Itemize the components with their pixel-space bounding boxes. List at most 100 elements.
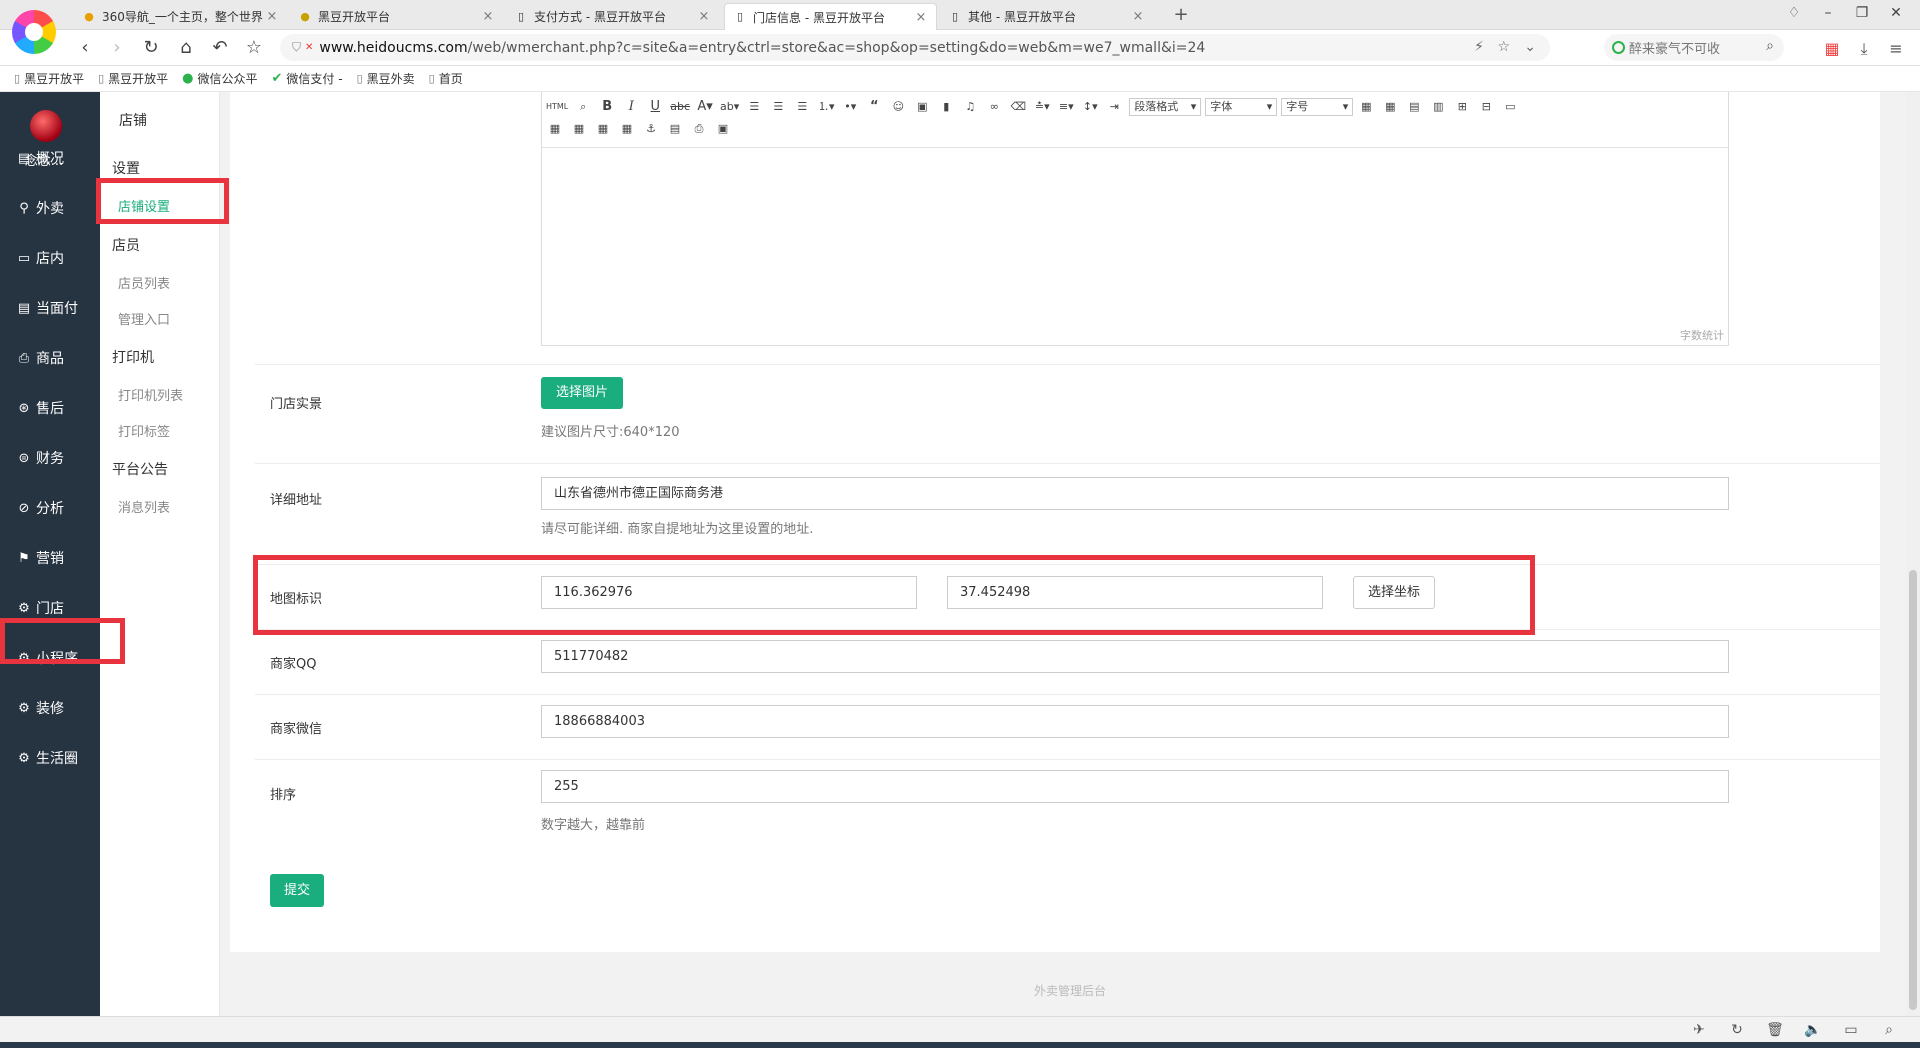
search-box[interactable]: 醉来豪气不可收 ⌕: [1604, 34, 1784, 61]
align-right-icon[interactable]: ☰: [793, 98, 811, 116]
qq-input[interactable]: 511770482: [541, 640, 1729, 673]
nav-item-goods[interactable]: ⎙ 商品: [16, 344, 64, 372]
latitude-input[interactable]: 37.452498: [947, 576, 1323, 609]
browser-tab[interactable]: ▯ 其他 - 黑豆开放平台 ×: [940, 3, 1153, 30]
back-icon[interactable]: ‹: [74, 37, 96, 59]
sidebar-link-staff-list[interactable]: 店员列表: [118, 273, 170, 292]
rocket-icon[interactable]: ✈: [1690, 1022, 1708, 1038]
browser-tab[interactable]: ▯ 支付方式 - 黑豆开放平台 ×: [506, 3, 719, 30]
nav-item-decoration[interactable]: ⚙ 装修: [16, 694, 64, 722]
close-icon[interactable]: ×: [1131, 9, 1145, 24]
fullscreen-icon[interactable]: ▭: [1501, 98, 1519, 116]
sidebar-link-message-list[interactable]: 消息列表: [118, 497, 170, 516]
trash-icon[interactable]: 🗑: [1766, 1022, 1784, 1038]
download-icon[interactable]: ⤓: [1854, 39, 1874, 59]
window-icon[interactable]: ▭: [1842, 1022, 1860, 1038]
apps-grid-icon[interactable]: ▦: [1822, 39, 1842, 58]
lightning-icon[interactable]: ⚡: [1474, 34, 1484, 61]
bookmark-item[interactable]: ▯ 首页: [429, 70, 463, 87]
close-icon[interactable]: ×: [481, 9, 495, 24]
undo-close-icon[interactable]: ↶: [209, 37, 231, 59]
refresh-icon[interactable]: ↻: [140, 37, 162, 59]
table-icon[interactable]: ▦: [1357, 98, 1375, 116]
nav-item-aftersale[interactable]: ⊛ 售后: [16, 394, 64, 422]
image-icon[interactable]: ▣: [913, 98, 931, 116]
anchor-icon[interactable]: ⚓: [642, 120, 660, 138]
close-icon[interactable]: ×: [697, 9, 711, 24]
nav-item-marketing[interactable]: ⚑ 营销: [16, 544, 64, 572]
eraser-icon[interactable]: ⌫: [1009, 98, 1027, 116]
search-icon[interactable]: ⌕: [1880, 1022, 1898, 1038]
paragraph-format-select[interactable]: 段落格式 ▾: [1129, 98, 1202, 116]
longitude-input[interactable]: 116.362976: [541, 576, 917, 609]
bookmark-item[interactable]: ▯ 黑豆外卖: [357, 70, 415, 87]
sort-input[interactable]: 255: [541, 770, 1729, 803]
sidebar-link-print-labels[interactable]: 打印标签: [118, 421, 170, 440]
bookmark-item[interactable]: ▯ 黑豆开放平: [14, 70, 84, 87]
ordered-list-icon[interactable]: ⒈▾: [817, 98, 835, 116]
preview-icon[interactable]: ⌕: [574, 98, 592, 116]
sidebar-link-manage-entry[interactable]: 管理入口: [118, 309, 170, 328]
search-icon[interactable]: ⌕: [1766, 38, 1774, 54]
chevron-down-icon[interactable]: ⌄: [1524, 34, 1536, 61]
emoji-icon[interactable]: ☺: [889, 98, 907, 116]
sidebar-link-store-settings[interactable]: 店铺设置: [118, 196, 170, 215]
sidebar-link-printer-list[interactable]: 打印机列表: [118, 385, 183, 404]
nav-item-lifecircle[interactable]: ⚙ 生活圈: [16, 744, 78, 772]
music-icon[interactable]: ♫: [961, 98, 979, 116]
table-props-icon[interactable]: ▦: [618, 120, 636, 138]
link-icon[interactable]: ∞: [985, 98, 1003, 116]
table-row-icon[interactable]: ▤: [1405, 98, 1423, 116]
editor-body[interactable]: [542, 148, 1728, 344]
unordered-list-icon[interactable]: •▾: [841, 98, 859, 116]
font-family-select[interactable]: 字体 ▾: [1205, 98, 1278, 116]
line-height-icon[interactable]: ≛▾: [1033, 98, 1051, 116]
quote-icon[interactable]: “: [865, 98, 883, 116]
forward-icon[interactable]: ›: [106, 37, 128, 59]
table-col-icon[interactable]: ▥: [1429, 98, 1447, 116]
star-icon[interactable]: ☆: [1497, 34, 1510, 61]
nav-item-analytics[interactable]: ⊘ 分析: [16, 494, 64, 522]
split-icon[interactable]: ⊟: [1477, 98, 1495, 116]
strikethrough-icon[interactable]: abc: [670, 98, 690, 116]
paragraph-spacing-icon[interactable]: ≡▾: [1057, 98, 1075, 116]
volume-icon[interactable]: 🔈: [1804, 1022, 1822, 1038]
home-icon[interactable]: ⌂: [175, 37, 197, 59]
restore-icon[interactable]: ❐: [1852, 5, 1872, 21]
avatar[interactable]: [30, 110, 62, 142]
nav-item-miniprogram[interactable]: ⚙ 小程序: [16, 644, 78, 672]
refresh-icon[interactable]: ↻: [1728, 1022, 1746, 1038]
underline-icon[interactable]: U: [646, 98, 664, 116]
nav-item-finance[interactable]: ⊜ 财务: [16, 444, 64, 472]
url-field[interactable]: ⛉ ✕ www.heidoucms.com/web/wmerchant.php?…: [280, 34, 1550, 61]
favorite-star-icon[interactable]: ☆: [243, 37, 265, 59]
align-left-icon[interactable]: ☰: [745, 98, 763, 116]
bookmark-item[interactable]: ✔ 微信支付 -: [272, 70, 343, 87]
nav-item-store[interactable]: ⚙ 门店: [16, 594, 64, 622]
address-input[interactable]: 山东省德州市德正国际商务港: [541, 477, 1729, 510]
table-delete-icon[interactable]: ▦: [546, 120, 564, 138]
italic-icon[interactable]: I: [622, 98, 640, 116]
minimize-icon[interactable]: –: [1818, 5, 1838, 21]
indent-icon[interactable]: ⇥: [1105, 98, 1123, 116]
nav-item-instore[interactable]: ▭ 店内: [16, 244, 64, 272]
window-close-icon[interactable]: ✕: [1886, 5, 1906, 21]
page-break-icon[interactable]: ▤: [666, 120, 684, 138]
align-center-icon[interactable]: ☰: [769, 98, 787, 116]
bold-icon[interactable]: B: [598, 98, 616, 116]
table-merge-icon[interactable]: ▦: [570, 120, 588, 138]
close-icon[interactable]: ×: [265, 9, 279, 24]
browser-tab[interactable]: ● 360导航_一个主页，整个世界 ×: [74, 3, 287, 30]
skin-icon[interactable]: ♢: [1784, 5, 1804, 21]
table-insert-icon[interactable]: ▦: [1381, 98, 1399, 116]
submit-button[interactable]: 提交: [270, 874, 324, 907]
nav-item-overview[interactable]: ▤ 概况: [16, 144, 64, 172]
browser-logo-icon[interactable]: [12, 10, 56, 54]
row-spacing-icon[interactable]: ↕▾: [1081, 98, 1099, 116]
html-source-icon[interactable]: HTML: [546, 98, 568, 116]
close-icon[interactable]: ×: [914, 10, 928, 25]
new-tab-button[interactable]: +: [1170, 4, 1192, 26]
select-coordinates-button[interactable]: 选择坐标: [1353, 576, 1435, 609]
bookmark-item[interactable]: ▯ 黑豆开放平: [98, 70, 168, 87]
merge-icon[interactable]: ⊞: [1453, 98, 1471, 116]
